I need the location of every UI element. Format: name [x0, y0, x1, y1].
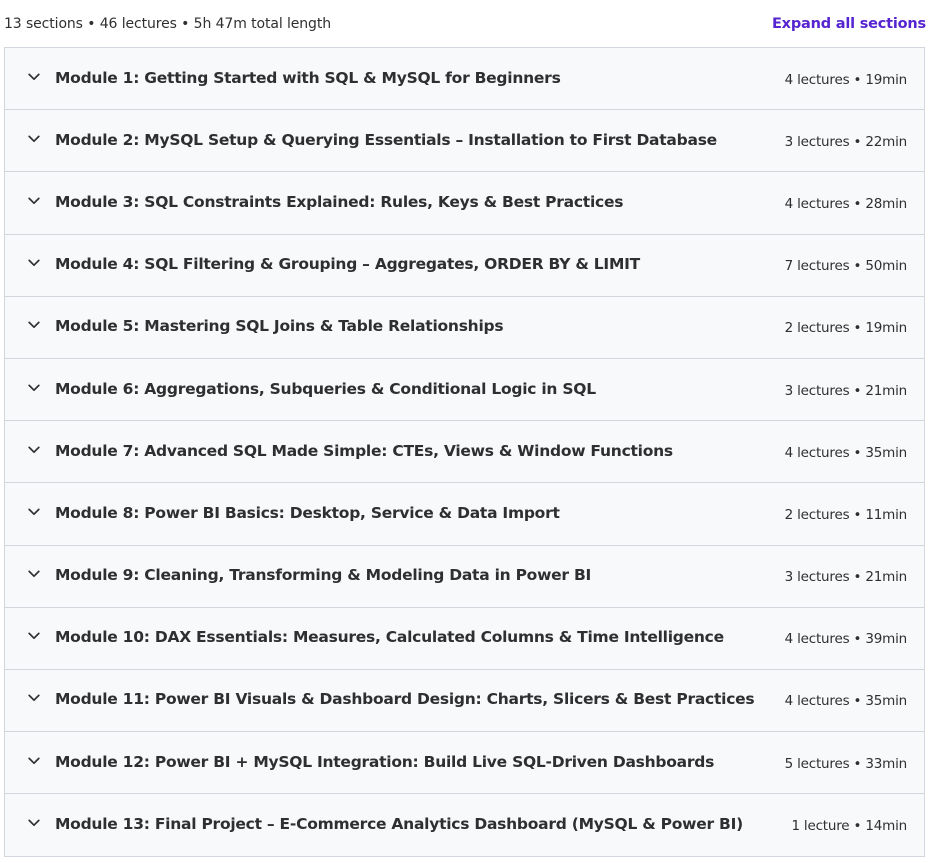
chevron-down-icon[interactable] [27, 691, 41, 705]
section-lecture-count: 4 lectures • 28min [784, 195, 908, 212]
section-title: Module 6: Aggregations, Subqueries & Con… [55, 379, 596, 398]
chevron-down-icon[interactable] [27, 194, 41, 208]
section-lecture-count: 4 lectures • 39min [784, 631, 908, 648]
section-row[interactable]: Module 10: DAX Essentials: Measures, Cal… [5, 607, 924, 670]
chevron-down-icon[interactable] [27, 132, 41, 146]
section-row[interactable]: Module 12: Power BI + MySQL Integration:… [5, 732, 924, 795]
chevron-down-icon[interactable] [27, 381, 41, 395]
section-lecture-count: 1 lecture • 14min [791, 818, 907, 835]
section-row[interactable]: Module 6: Aggregations, Subqueries & Con… [5, 358, 924, 422]
section-lecture-count: 2 lectures • 11min [784, 506, 908, 523]
section-row[interactable]: Module 2: MySQL Setup & Querying Essenti… [5, 110, 924, 173]
section-row[interactable]: Module 13: Final Project – E-Commerce An… [5, 794, 924, 857]
course-summary-bar: 13 sections • 46 lectures • 5h 47m total… [4, 0, 926, 48]
chevron-down-icon[interactable] [27, 816, 41, 830]
chevron-down-icon[interactable] [27, 70, 41, 84]
chevron-down-icon[interactable] [27, 443, 41, 457]
section-title: Module 5: Mastering SQL Joins & Table Re… [55, 317, 504, 336]
section-title: Module 10: DAX Essentials: Measures, Cal… [55, 628, 724, 647]
section-title: Module 9: Cleaning, Transforming & Model… [55, 566, 592, 585]
sections-accordion: Module 1: Getting Started with SQL & MyS… [4, 47, 925, 858]
section-lecture-count: 3 lectures • 22min [784, 133, 908, 150]
section-title: Module 1: Getting Started with SQL & MyS… [55, 68, 561, 87]
expand-all-sections-button[interactable]: Expand all sections [772, 16, 926, 32]
section-lecture-count: 4 lectures • 35min [784, 693, 908, 710]
section-row[interactable]: Module 3: SQL Constraints Explained: Rul… [5, 172, 924, 235]
section-title: Module 13: Final Project – E-Commerce An… [55, 815, 743, 834]
section-lecture-count: 4 lectures • 35min [784, 444, 908, 461]
section-row[interactable]: Module 1: Getting Started with SQL & MyS… [5, 48, 924, 111]
section-row[interactable]: Module 4: SQL Filtering & Grouping – Agg… [5, 234, 924, 297]
chevron-down-icon[interactable] [27, 567, 41, 581]
section-title: Module 11: Power BI Visuals & Dashboard … [55, 690, 755, 709]
section-title: Module 2: MySQL Setup & Querying Essenti… [55, 130, 717, 149]
course-content-page: 13 sections • 46 lectures • 5h 47m total… [0, 0, 931, 863]
section-lecture-count: 5 lectures • 33min [784, 755, 908, 772]
section-row[interactable]: Module 5: Mastering SQL Joins & Table Re… [5, 296, 924, 359]
chevron-down-icon[interactable] [27, 629, 41, 643]
chevron-down-icon[interactable] [27, 505, 41, 519]
section-row[interactable]: Module 7: Advanced SQL Made Simple: CTEs… [5, 421, 924, 484]
section-title: Module 3: SQL Constraints Explained: Rul… [55, 193, 624, 212]
section-lecture-count: 7 lectures • 50min [784, 257, 908, 274]
section-title: Module 8: Power BI Basics: Desktop, Serv… [55, 504, 560, 523]
section-lecture-count: 3 lectures • 21min [784, 568, 908, 585]
section-lecture-count: 3 lectures • 21min [784, 382, 908, 399]
section-title: Module 7: Advanced SQL Made Simple: CTEs… [55, 441, 673, 460]
section-row[interactable]: Module 9: Cleaning, Transforming & Model… [5, 545, 924, 608]
course-summary-text: 13 sections • 46 lectures • 5h 47m total… [4, 16, 332, 32]
section-row[interactable]: Module 8: Power BI Basics: Desktop, Serv… [5, 483, 924, 546]
section-title: Module 12: Power BI + MySQL Integration:… [55, 752, 715, 771]
chevron-down-icon[interactable] [27, 318, 41, 332]
section-lecture-count: 2 lectures • 19min [784, 320, 908, 337]
section-lecture-count: 4 lectures • 19min [784, 71, 908, 88]
section-title: Module 4: SQL Filtering & Grouping – Agg… [55, 255, 640, 274]
chevron-down-icon[interactable] [27, 754, 41, 768]
section-row[interactable]: Module 11: Power BI Visuals & Dashboard … [5, 669, 924, 733]
chevron-down-icon[interactable] [27, 256, 41, 270]
